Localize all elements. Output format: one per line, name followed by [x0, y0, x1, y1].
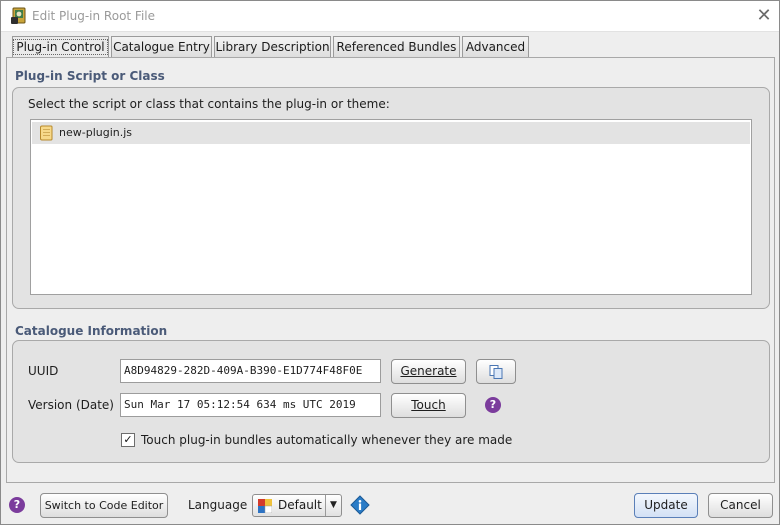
tab-referenced-bundles[interactable]: Referenced Bundles	[333, 36, 460, 58]
generate-button[interactable]: Generate	[391, 359, 466, 384]
tab-plugin-control[interactable]: Plug-in Control	[12, 36, 109, 59]
chevron-down-icon[interactable]: ▼	[325, 495, 341, 516]
tab-advanced[interactable]: Advanced	[462, 36, 529, 58]
tab-catalogue-entry[interactable]: Catalogue Entry	[111, 36, 212, 58]
tab-label: Library Description	[215, 40, 330, 54]
edit-plugin-dialog: Edit Plug-in Root File ✕ Plug-in Control…	[0, 0, 780, 525]
tab-label: Advanced	[465, 40, 526, 54]
switch-to-code-editor-button[interactable]: Switch to Code Editor	[40, 493, 168, 518]
script-section-title: Plug-in Script or Class	[15, 69, 165, 83]
tab-label: Catalogue Entry	[113, 40, 210, 54]
version-label: Version (Date)	[28, 398, 114, 412]
update-button[interactable]: Update	[634, 493, 698, 518]
auto-touch-label: Touch plug-in bundles automatically when…	[141, 433, 513, 447]
language-flag-icon	[258, 499, 272, 513]
info-icon[interactable]	[350, 495, 370, 515]
window-title: Edit Plug-in Root File	[32, 9, 156, 23]
close-icon[interactable]: ✕	[749, 5, 779, 27]
catalogue-section-title: Catalogue Information	[15, 324, 168, 338]
script-file-list[interactable]: new-plugin.js	[30, 119, 752, 295]
script-file-icon	[40, 125, 53, 141]
touch-button[interactable]: Touch	[391, 393, 466, 418]
help-icon[interactable]: ?	[485, 397, 501, 413]
title-bar: Edit Plug-in Root File ✕	[1, 1, 779, 32]
version-field[interactable]: Sun Mar 17 05:12:54 634 ms UTC 2019	[120, 393, 381, 417]
language-value: Default	[278, 498, 322, 512]
help-icon[interactable]: ?	[9, 497, 25, 513]
uuid-field[interactable]: A8D94829-282D-409A-B390-E1D774F48F0E	[120, 359, 381, 383]
file-name: new-plugin.js	[59, 126, 133, 139]
tab-label: Referenced Bundles	[336, 40, 457, 54]
update-label: Update	[644, 498, 688, 512]
list-item[interactable]: new-plugin.js	[32, 122, 750, 144]
language-select[interactable]: Default ▼	[252, 494, 342, 517]
touch-label: Touch	[411, 398, 446, 412]
app-icon	[11, 7, 26, 24]
tab-library-description[interactable]: Library Description	[214, 36, 331, 58]
cancel-button[interactable]: Cancel	[708, 493, 773, 518]
cancel-label: Cancel	[720, 498, 761, 512]
generate-label: Generate	[400, 364, 457, 378]
uuid-label: UUID	[28, 364, 59, 378]
auto-touch-checkbox[interactable]: ✓	[121, 433, 135, 447]
tab-label: Plug-in Control	[13, 39, 108, 55]
code-editor-label: Switch to Code Editor	[44, 499, 164, 512]
copy-icon	[489, 365, 503, 379]
language-label: Language	[188, 498, 248, 512]
copy-button[interactable]	[476, 359, 516, 384]
script-instruction: Select the script or class that contains…	[28, 97, 390, 111]
